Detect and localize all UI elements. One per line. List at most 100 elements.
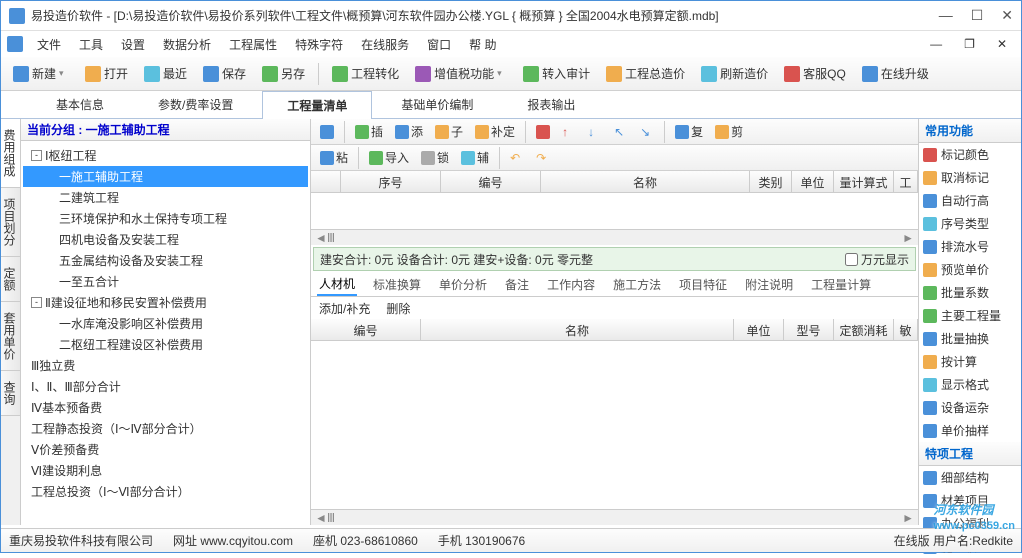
sub-grid-body[interactable]: [311, 341, 918, 509]
menu-tools[interactable]: 工具: [71, 34, 111, 55]
new-button[interactable]: 新建▾: [7, 62, 75, 85]
subtab-rcj[interactable]: 人材机: [317, 273, 357, 296]
rp-item[interactable]: 主要工程量: [919, 304, 1021, 327]
saveas-button[interactable]: 另存: [256, 62, 311, 85]
upgrade-button[interactable]: 在线升级: [856, 62, 935, 85]
rp-item[interactable]: 批量系数: [919, 281, 1021, 304]
tree-node[interactable]: Ⅳ基本预备费: [23, 397, 308, 418]
delete-button[interactable]: [531, 123, 555, 141]
menu-proj-attr[interactable]: 工程属性: [221, 34, 285, 55]
sgcol-code[interactable]: 编号: [311, 319, 421, 340]
menu-data-analysis[interactable]: 数据分析: [155, 34, 219, 55]
subtab-std[interactable]: 标准换算: [371, 274, 423, 295]
down-button[interactable]: ↓: [583, 123, 607, 141]
close-button[interactable]: ✕: [1001, 7, 1013, 24]
subtab-qtycalc[interactable]: 工程量计算: [809, 274, 873, 295]
sub-add-button[interactable]: 添加/补充: [319, 300, 370, 317]
gcol-blank[interactable]: [311, 171, 341, 192]
rp-item[interactable]: 取消标记: [919, 166, 1021, 189]
ltab-cost[interactable]: 费用组成: [1, 119, 20, 188]
tree-node[interactable]: -Ⅱ建设征地和移民安置补偿费用: [23, 292, 308, 313]
tree-node[interactable]: 一施工辅助工程: [23, 166, 308, 187]
aux-button[interactable]: 辅: [456, 147, 494, 168]
child-restore-icon[interactable]: ❐: [956, 35, 983, 53]
recent-button[interactable]: 最近: [138, 62, 193, 85]
wan-checkbox[interactable]: 万元显示: [845, 251, 909, 268]
qq-button[interactable]: 客服QQ: [778, 62, 852, 85]
child-button[interactable]: 子: [430, 121, 468, 142]
menu-special[interactable]: 特殊字符: [287, 34, 351, 55]
tree-node[interactable]: 三环境保护和水土保持专项工程: [23, 208, 308, 229]
tree-node[interactable]: 四机电设备及安装工程: [23, 229, 308, 250]
tree-node[interactable]: 五金属结构设备及安装工程: [23, 250, 308, 271]
save-button[interactable]: 保存: [197, 62, 252, 85]
insert-button[interactable]: 插: [350, 121, 388, 142]
sgcol-model[interactable]: 型号: [784, 319, 834, 340]
menu-settings[interactable]: 设置: [113, 34, 153, 55]
rp-item[interactable]: 显示格式: [919, 373, 1021, 396]
minimize-button[interactable]: ―: [939, 7, 953, 24]
refresh-button[interactable]: 刷新造价: [695, 62, 774, 85]
ltab-project[interactable]: 项目划分: [1, 188, 20, 257]
sgcol-unit[interactable]: 单位: [734, 319, 784, 340]
tree-body[interactable]: -Ⅰ枢纽工程一施工辅助工程二建筑工程三环境保护和水土保持专项工程四机电设备及安装…: [21, 141, 310, 525]
copy-button[interactable]: 复: [670, 121, 708, 142]
menu-online[interactable]: 在线服务: [353, 34, 417, 55]
gcol-calc[interactable]: 量计算式: [834, 171, 894, 192]
sgcol-sens[interactable]: 敏: [894, 319, 918, 340]
rp-item[interactable]: 按计算: [919, 350, 1021, 373]
tree-expand-button[interactable]: [315, 123, 339, 141]
rp-item[interactable]: 序号类型: [919, 212, 1021, 235]
subtab-feature[interactable]: 项目特征: [677, 274, 729, 295]
sub-grid-scroll[interactable]: ◄Ⅲ►: [311, 509, 918, 525]
audit-button[interactable]: 转入审计: [517, 62, 596, 85]
gcol-eng[interactable]: 工: [894, 171, 918, 192]
tree-node[interactable]: 一至五合计: [23, 271, 308, 292]
menu-help[interactable]: 帮 助: [461, 34, 504, 55]
tree-node[interactable]: Ⅴ价差预备费: [23, 439, 308, 460]
gcol-code[interactable]: 编号: [441, 171, 541, 192]
import-button[interactable]: 导入: [364, 147, 414, 168]
gcol-cat[interactable]: 类别: [750, 171, 792, 192]
child-close-icon[interactable]: ✕: [989, 35, 1015, 53]
rp-item[interactable]: 标记颜色: [919, 143, 1021, 166]
tree-toggle-icon[interactable]: -: [31, 150, 42, 161]
tree-toggle-icon[interactable]: -: [31, 297, 42, 308]
rp-item[interactable]: 自动行高: [919, 189, 1021, 212]
tree-node[interactable]: 二建筑工程: [23, 187, 308, 208]
subtab-work[interactable]: 工作内容: [545, 274, 597, 295]
main-grid-body[interactable]: [311, 193, 918, 229]
add-button[interactable]: 添: [390, 121, 428, 142]
tree-node[interactable]: Ⅰ、Ⅱ、Ⅲ部分合计: [23, 376, 308, 397]
rp-item[interactable]: 设备运杂: [919, 396, 1021, 419]
subtab-method[interactable]: 施工方法: [611, 274, 663, 295]
undo-button[interactable]: ↶: [505, 149, 529, 167]
subtab-remark[interactable]: 备注: [503, 274, 531, 295]
tree-node[interactable]: Ⅲ独立费: [23, 355, 308, 376]
left-button[interactable]: ↖: [609, 123, 633, 141]
menu-window[interactable]: 窗口: [419, 34, 459, 55]
subtab-price[interactable]: 单价分析: [437, 274, 489, 295]
right-button[interactable]: ↘: [635, 123, 659, 141]
supp-button[interactable]: 补定: [470, 121, 520, 142]
rp-item[interactable]: 批量抽换: [919, 327, 1021, 350]
open-button[interactable]: 打开: [79, 62, 134, 85]
child-min-icon[interactable]: ―: [922, 35, 950, 53]
maximize-button[interactable]: ☐: [971, 7, 984, 24]
vat-button[interactable]: 增值税功能▾: [409, 62, 513, 85]
rp-item[interactable]: 排流水号: [919, 235, 1021, 258]
cut-button[interactable]: 剪: [710, 121, 748, 142]
tab-basic[interactable]: 基本信息: [31, 90, 129, 118]
ltab-quota[interactable]: 定额: [1, 257, 20, 302]
main-grid-scroll[interactable]: ◄Ⅲ►: [311, 229, 918, 245]
total-button[interactable]: 工程总造价: [600, 62, 691, 85]
tree-node[interactable]: 二枢纽工程建设区补偿费用: [23, 334, 308, 355]
up-button[interactable]: ↑: [557, 123, 581, 141]
rp-item[interactable]: 细部结构: [919, 466, 1021, 489]
rp-item[interactable]: 预览单价: [919, 258, 1021, 281]
tree-node[interactable]: 一水库淹没影响区补偿费用: [23, 313, 308, 334]
tree-node[interactable]: Ⅵ建设期利息: [23, 460, 308, 481]
convert-button[interactable]: 工程转化: [326, 62, 405, 85]
subtab-note[interactable]: 附注说明: [743, 274, 795, 295]
ltab-query[interactable]: 查询: [1, 371, 20, 416]
